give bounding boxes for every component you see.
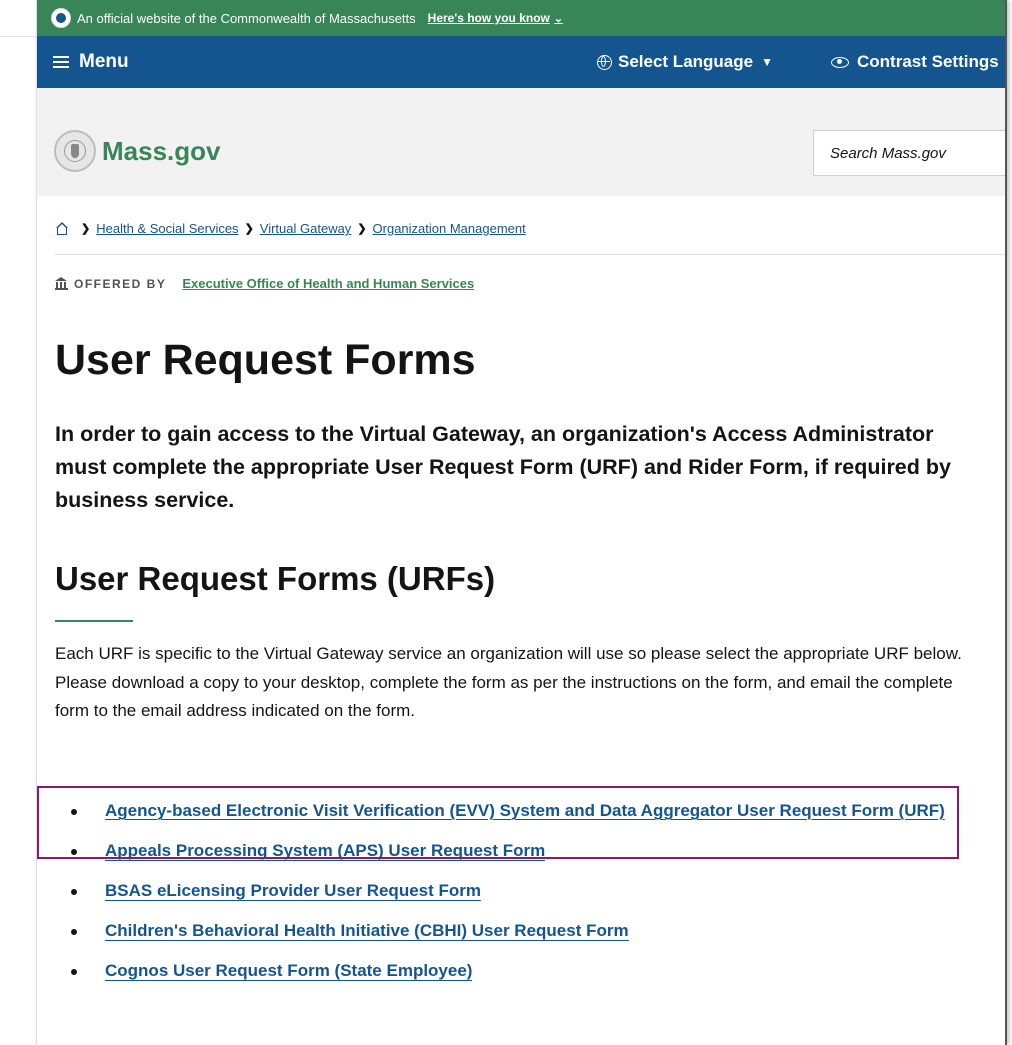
form-link-cbhi[interactable]: Children's Behavioral Health Initiative … [105,921,629,941]
contrast-label: Contrast Settings [857,52,999,71]
menu-bar: Menu Select Language ▼ Contrast Settings [37,36,1005,88]
building-icon [55,277,68,290]
select-language-button[interactable]: Select Language ▼ [597,52,773,72]
hamburger-icon [53,53,69,71]
official-banner-text: An official website of the Commonwealth … [77,10,416,26]
ma-seal-icon [51,8,71,28]
how-you-know-label: Here's how you know [427,11,550,25]
breadcrumb-link-virtual-gateway[interactable]: Virtual Gateway [260,221,352,236]
bullet [71,889,77,895]
site-header: Mass.gov Search Mass.gov [37,88,1005,196]
section-title-underline [55,620,133,622]
breadcrumb-link-organization-management[interactable]: Organization Management [373,221,526,236]
bullet [71,969,77,975]
mass-gov-logo[interactable]: Mass.gov [54,130,221,172]
chevron-right-icon: ❯ [81,223,91,235]
chevron-down-icon: ⌄ [553,12,564,25]
menu-label: Menu [79,51,129,72]
eye-icon [831,56,849,68]
form-link-aps[interactable]: Appeals Processing System (APS) User Req… [105,841,546,861]
form-link-bsas[interactable]: BSAS eLicensing Provider User Request Fo… [105,881,481,901]
list-item: Cognos User Request Form (State Employee… [55,958,975,984]
globe-icon [597,54,612,70]
outer-page-edge [0,0,40,37]
logo-text: Mass.gov [102,135,221,166]
offered-by-agency-link[interactable]: Executive Office of Health and Human Ser… [182,276,474,291]
page-title: User Request Forms [55,336,476,384]
search-input[interactable]: Search Mass.gov [813,130,1005,176]
how-you-know-link[interactable]: Here's how you know ⌄ [428,11,563,25]
form-link-evv[interactable]: Agency-based Electronic Visit Verificati… [105,801,945,820]
form-list: Agency-based Electronic Visit Verificati… [55,798,975,998]
chevron-down-icon: ▼ [761,55,773,69]
browser-page: An official website of the Commonwealth … [36,0,1007,1045]
list-item: Appeals Processing System (APS) User Req… [55,838,975,864]
section-body: Each URF is specific to the Virtual Gate… [55,644,962,720]
list-item: Children's Behavioral Health Initiative … [55,918,975,944]
home-icon[interactable] [55,221,69,236]
page-intro: In order to gain access to the Virtual G… [55,422,951,512]
offered-by-label: OFFERED BY [74,276,167,291]
language-label: Select Language [618,52,754,71]
chevron-right-icon: ❯ [244,223,254,235]
breadcrumb: ❯ Health & Social Services ❯ Virtual Gat… [55,221,526,236]
breadcrumb-link-health-social-services[interactable]: Health & Social Services [96,221,238,236]
bullet [71,929,77,935]
divider [55,254,1005,255]
bullet [71,809,77,815]
list-item: Agency-based Electronic Visit Verificati… [55,798,975,824]
bullet [71,849,77,855]
chevron-right-icon: ❯ [357,223,367,235]
contrast-settings-button[interactable]: Contrast Settings [831,52,999,72]
official-banner: An official website of the Commonwealth … [37,0,1005,36]
section-title: User Request Forms (URFs) [55,560,496,597]
list-item: BSAS eLicensing Provider User Request Fo… [55,878,975,904]
ma-seal-icon [54,130,96,172]
menu-button[interactable]: Menu [53,51,129,73]
offered-by: OFFERED BY Executive Office of Health an… [55,276,474,291]
form-link-cognos[interactable]: Cognos User Request Form (State Employee… [105,961,473,981]
